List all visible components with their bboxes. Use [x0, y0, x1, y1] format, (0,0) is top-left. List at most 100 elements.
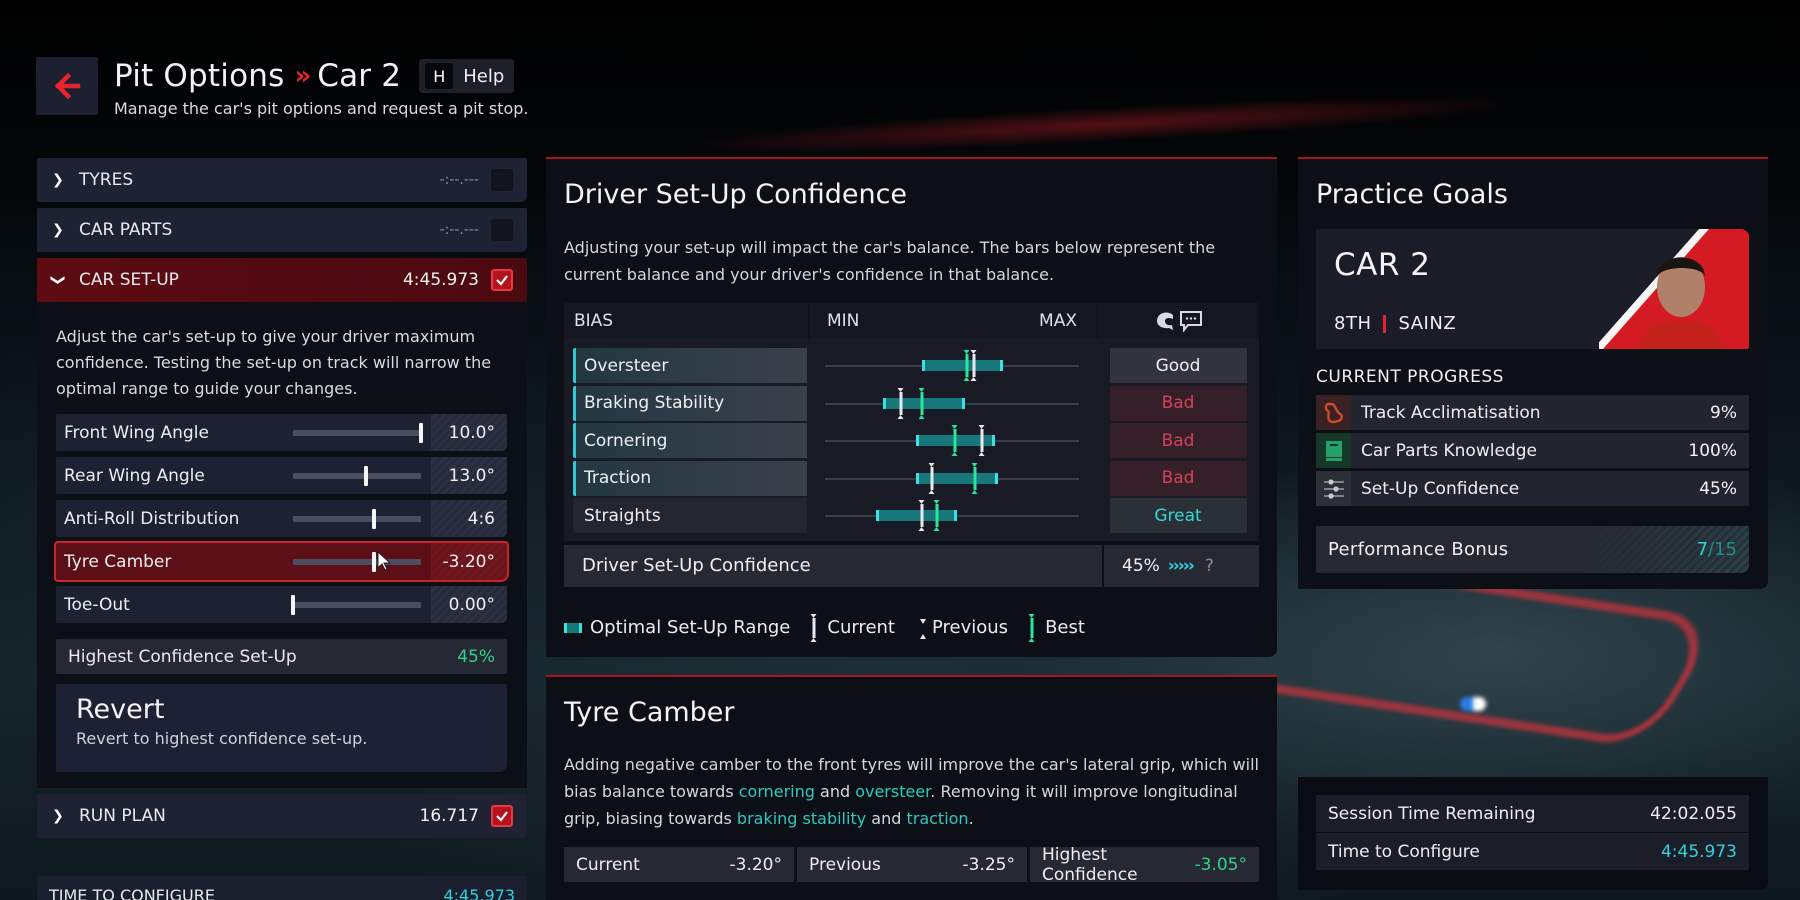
- car-label: CAR 2: [1334, 247, 1431, 283]
- bias-row-traction: Traction Bad: [564, 460, 1259, 498]
- best-marker-icon: [1028, 613, 1035, 642]
- performance-bonus-value: 7: [1696, 539, 1709, 560]
- param-value: 4:6: [431, 500, 507, 537]
- mouse-cursor-icon: [377, 551, 391, 571]
- sliders-icon: [1316, 471, 1351, 506]
- car-setup-checkbox[interactable]: [491, 269, 513, 291]
- bias-track: [807, 423, 1097, 458]
- highlight-term: braking stability: [736, 809, 867, 828]
- driver-portrait: [1599, 229, 1749, 349]
- help-question-icon[interactable]: ?: [1205, 556, 1214, 576]
- desc-text: and: [866, 809, 907, 828]
- previous-marker-icon: [919, 618, 926, 639]
- car-marker: [1460, 697, 1486, 711]
- car-setup-body: Adjust the car's set-up to give your dri…: [37, 302, 527, 788]
- optimal-range: [916, 472, 998, 484]
- page-subtitle: Manage the car's pit options and request…: [114, 99, 529, 118]
- current-marker: [918, 500, 925, 532]
- overall-confidence: Driver Set-Up Confidence 45% ››››› ?: [564, 544, 1259, 587]
- helmet-icon: [1156, 312, 1173, 330]
- tyre-camber-panel: Tyre Camber Adding negative camber to th…: [546, 675, 1277, 900]
- optimal-range: [921, 360, 1003, 372]
- param-label: Anti-Roll Distribution: [64, 508, 240, 529]
- current-marker-icon: [810, 613, 817, 642]
- practice-goals-panel: Practice Goals CAR 2 8TH SAINZ CURRENT P…: [1298, 157, 1768, 589]
- bias-row-straights: Straights Great: [564, 497, 1259, 535]
- revert-subtitle: Revert to highest confidence set-up.: [76, 729, 368, 748]
- bias-name: Braking Stability: [573, 385, 807, 421]
- param-slider[interactable]: [293, 465, 421, 486]
- slider-thumb[interactable]: [371, 551, 376, 572]
- camber-description: Adding negative camber to the front tyre…: [564, 751, 1264, 832]
- chevron-right-icon: ❯: [52, 222, 64, 238]
- param-value: 0.00°: [431, 586, 507, 623]
- bias-track: [807, 348, 1097, 383]
- section-tyres[interactable]: ❯ TYRES -:--.---: [37, 158, 527, 202]
- param-slider[interactable]: [293, 551, 421, 572]
- slider-thumb[interactable]: [363, 465, 368, 486]
- camber-current: Current -3.20°: [564, 847, 794, 882]
- bias-table: BIAS MIN MAX Oversteer Good Braking Stabil…: [564, 303, 1259, 587]
- tyres-checkbox[interactable]: [491, 169, 513, 191]
- slider-thumb[interactable]: [291, 594, 295, 615]
- optimal-range: [875, 510, 958, 522]
- param-slider[interactable]: [293, 422, 423, 443]
- param-slider[interactable]: [291, 594, 421, 615]
- section-run-plan[interactable]: ❯ RUN PLAN 16.717: [37, 794, 527, 838]
- help-button[interactable]: H Help: [419, 59, 515, 93]
- run-plan-checkbox[interactable]: [491, 805, 513, 827]
- bias-name: Straights: [573, 498, 807, 534]
- param-toe-out[interactable]: Toe-Out 0.00°: [56, 586, 507, 623]
- car-parts-checkbox[interactable]: [491, 219, 513, 241]
- camber-previous: Previous -3.25°: [797, 847, 1027, 882]
- page-title: Pit Options: [114, 58, 285, 94]
- highlight-term: oversteer: [855, 782, 931, 801]
- chevron-right-icon: ❯: [52, 172, 64, 188]
- help-key-hint: H: [425, 63, 454, 89]
- best-marker: [951, 425, 958, 457]
- bias-rating: Bad: [1109, 423, 1247, 459]
- time-to-configure-bar: TIME TO CONFIGURE 4:45.973: [37, 876, 527, 900]
- param-label: Rear Wing Angle: [64, 465, 205, 486]
- best-marker: [933, 500, 940, 532]
- highest-confidence-setup: Highest Confidence Set-Up 45%: [56, 639, 507, 674]
- optimal-range: [883, 397, 965, 409]
- slider-thumb[interactable]: [371, 508, 376, 529]
- check-icon: [496, 275, 508, 286]
- bias-row-cornering: Cornering Bad: [564, 422, 1259, 460]
- progress-setup-confidence: Set-Up Confidence 45%: [1316, 471, 1749, 506]
- back-button[interactable]: [36, 57, 98, 115]
- session-panel: Session Time Remaining 42:02.055 Time to…: [1298, 777, 1768, 890]
- param-slider[interactable]: [293, 508, 421, 529]
- setup-description: Adjust the car's set-up to give your dri…: [56, 327, 492, 398]
- param-label: Toe-Out: [64, 594, 130, 615]
- param-rear-wing-angle[interactable]: Rear Wing Angle 13.0°: [56, 457, 507, 494]
- slider-thumb[interactable]: [419, 422, 423, 443]
- camber-highest: Highest Confidence -3.05°: [1030, 845, 1259, 885]
- performance-bonus-total: /15: [1708, 539, 1737, 560]
- camber-values: Current -3.20° Previous -3.25° Highest C…: [564, 845, 1259, 885]
- bias-rating: Bad: [1109, 460, 1247, 496]
- best-marker: [971, 462, 978, 494]
- current-progress-title: CURRENT PROGRESS: [1316, 367, 1504, 387]
- driver-name: SAINZ: [1398, 313, 1457, 334]
- bias-name: Cornering: [573, 423, 807, 459]
- breadcrumb-car: Car 2: [317, 58, 402, 94]
- driver-position: 8TH: [1334, 313, 1372, 334]
- highlight-term: cornering: [738, 782, 815, 801]
- section-car-setup[interactable]: ❯ CAR SET-UP 4:45.973: [37, 258, 527, 302]
- breadcrumb-separator-icon: »: [294, 61, 311, 91]
- track-icon: [1316, 395, 1351, 430]
- param-value: -3.20°: [431, 543, 507, 580]
- overall-confidence-value: 45%: [1122, 555, 1160, 576]
- param-front-wing-angle[interactable]: Front Wing Angle 10.0°: [56, 414, 507, 451]
- section-car-parts[interactable]: ❯ CAR PARTS -:--.---: [37, 208, 527, 252]
- best-marker: [918, 387, 925, 419]
- bias-table-header: BIAS MIN MAX: [564, 303, 1259, 339]
- chevron-right-icon: ❯: [52, 808, 64, 824]
- revert-button[interactable]: Revert Revert to highest confidence set-…: [56, 684, 507, 772]
- param-tyre-camber[interactable]: Tyre Camber -3.20°: [54, 541, 509, 582]
- desc-text: and: [814, 782, 856, 801]
- optimal-range-swatch: [564, 622, 582, 633]
- param-anti-roll-distribution[interactable]: Anti-Roll Distribution 4:6: [56, 500, 507, 537]
